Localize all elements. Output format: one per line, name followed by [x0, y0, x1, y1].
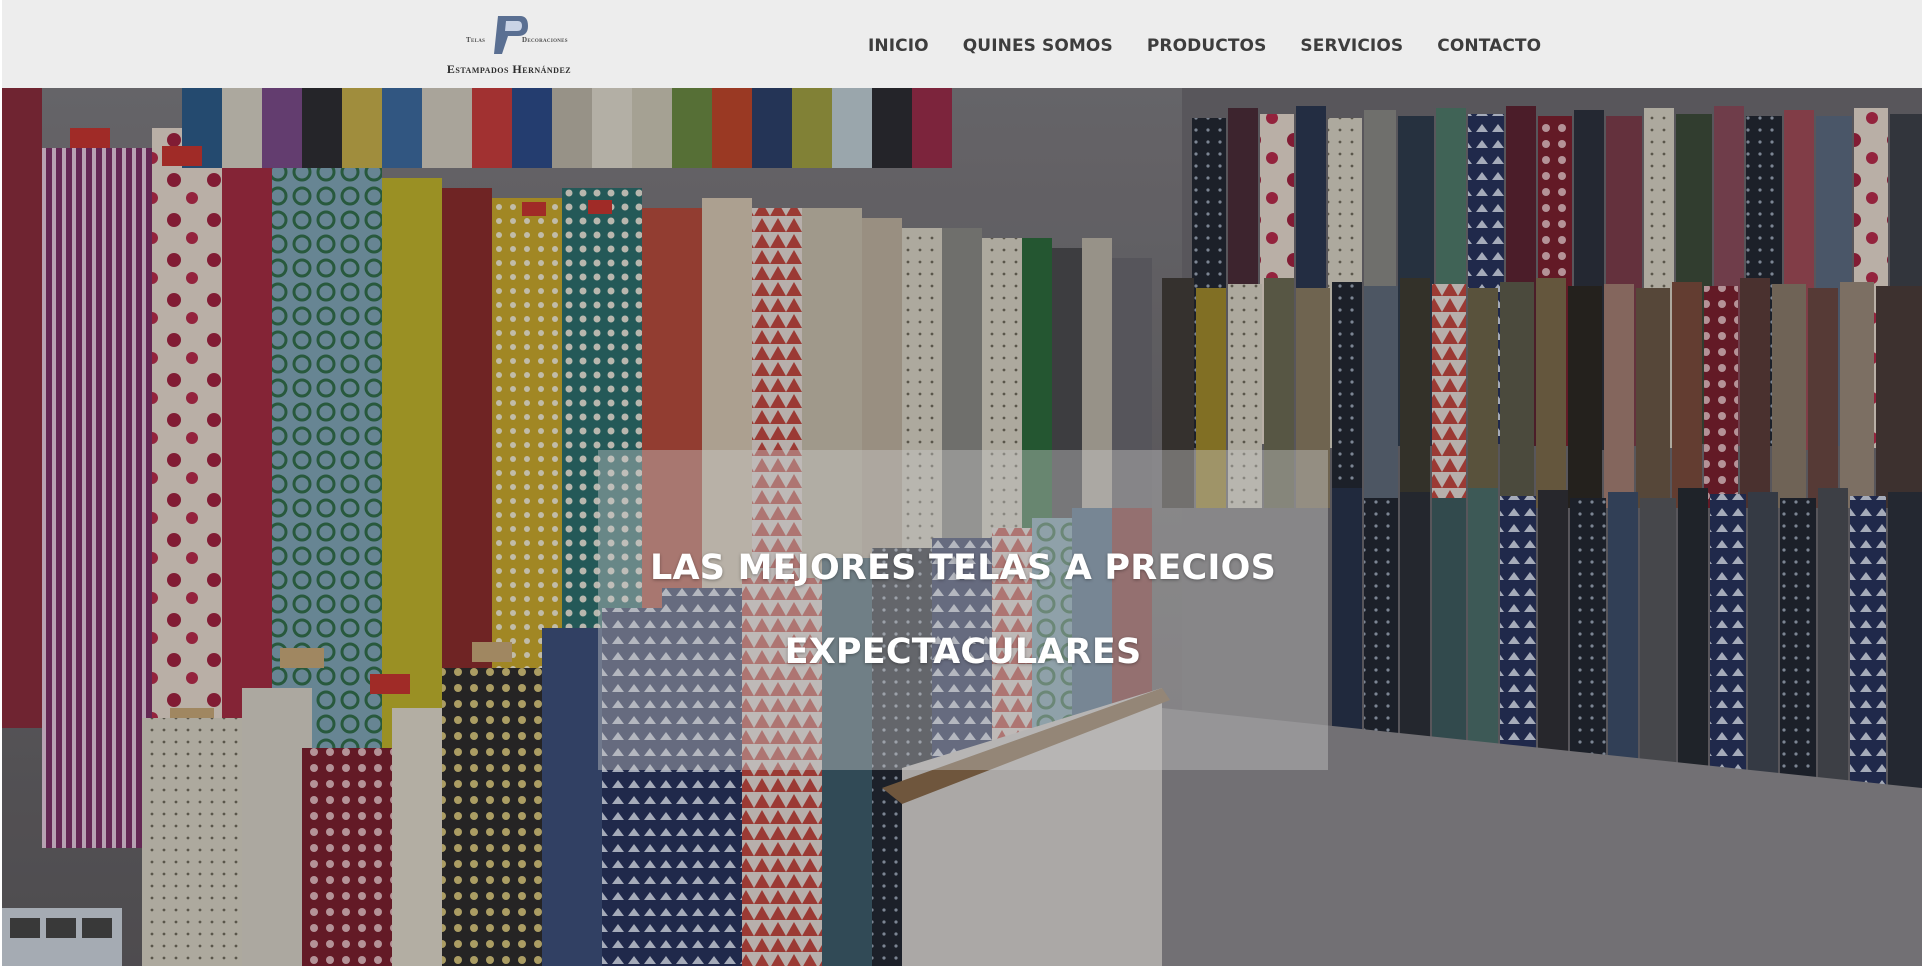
nav-productos[interactable]: PRODUCTOS	[1147, 36, 1267, 56]
nav-contacto[interactable]: CONTACTO	[1437, 36, 1541, 56]
logo-mark-icon	[494, 16, 528, 54]
nav-servicios[interactable]: SERVICIOS	[1300, 36, 1403, 56]
nav-quienes-somos[interactable]: QUINES SOMOS	[963, 36, 1113, 56]
nav-inicio[interactable]: INICIO	[868, 36, 929, 56]
hero-headline-line-2: EXPECTACULARES	[784, 632, 1142, 672]
hero-headline-line-1: LAS MEJORES TELAS A PRECIOS	[650, 548, 1276, 588]
logo-tagline-right: Decoraciones	[522, 36, 568, 44]
site-logo[interactable]: Telas Decoraciones Estampados Hernández	[436, 10, 582, 80]
hero-banner: LAS MEJORES TELAS A PRECIOS EXPECTACULAR…	[2, 88, 1922, 966]
hero-caption-box: LAS MEJORES TELAS A PRECIOS EXPECTACULAR…	[598, 450, 1328, 770]
logo-brand-name: Estampados Hernández	[446, 62, 572, 76]
logo-tagline-left: Telas	[466, 36, 486, 44]
site-header: Telas Decoraciones Estampados Hernández …	[2, 0, 1922, 88]
main-navigation: INICIO QUINES SOMOS PRODUCTOS SERVICIOS …	[868, 36, 1541, 56]
